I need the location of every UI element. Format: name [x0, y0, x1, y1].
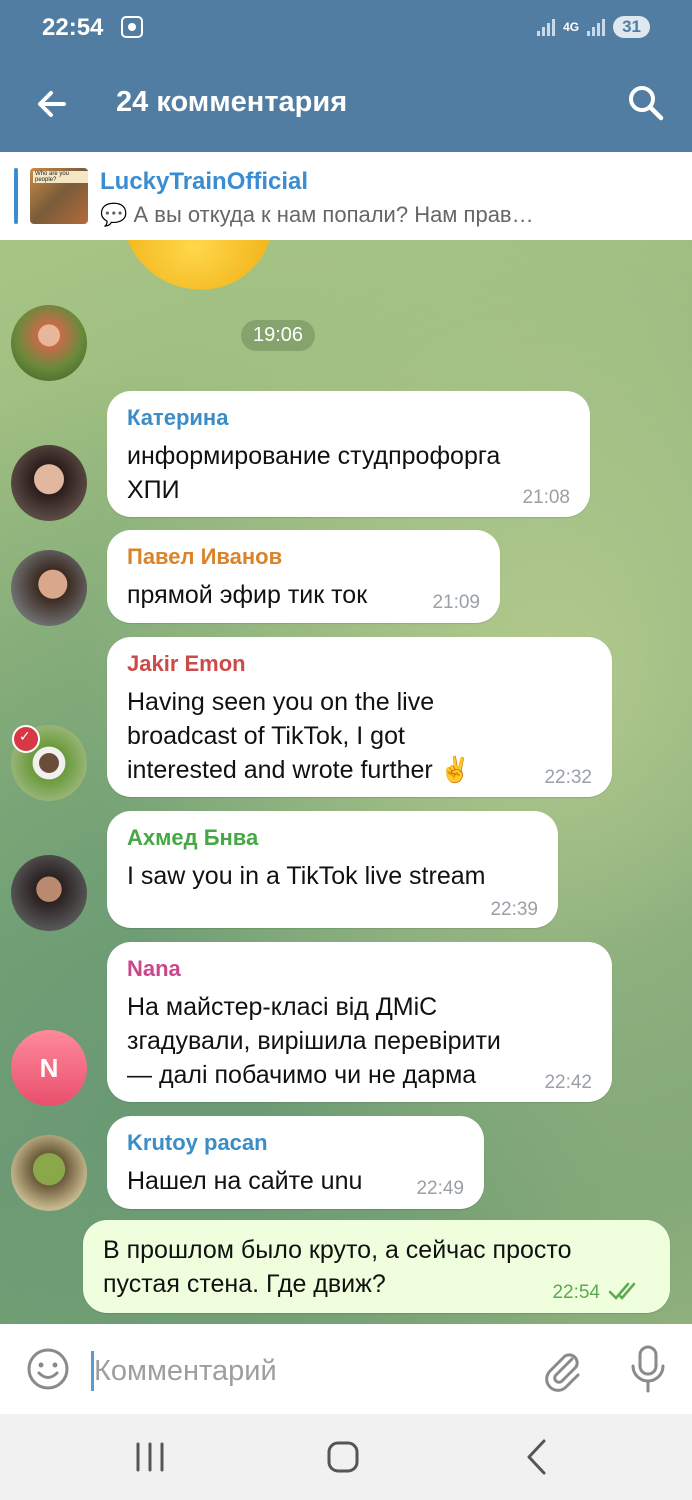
- message-sender[interactable]: Павел Иванов: [127, 544, 282, 570]
- message-bubble[interactable]: Павел Иванов прямой эфир тик ток 21:09: [107, 530, 500, 623]
- search-icon[interactable]: [626, 83, 666, 123]
- message-sender[interactable]: Jakir Emon: [127, 651, 246, 677]
- message-sender[interactable]: Ахмед Бнва: [127, 825, 258, 851]
- message-sender[interactable]: Krutoy pacan: [127, 1130, 268, 1156]
- system-nav-bar: [0, 1414, 692, 1500]
- message-bubble[interactable]: Jakir Emon Having seen you on the live b…: [107, 637, 612, 797]
- message-text: I saw you in a TikTok live stream: [127, 862, 486, 890]
- chat-area[interactable]: 19:06 Катерина информирование студпрофор…: [0, 240, 692, 1324]
- read-checkmarks-icon: [608, 1282, 636, 1300]
- pinned-accent-bar: [14, 168, 18, 224]
- message-sender[interactable]: Катерина: [127, 405, 228, 431]
- message-time: 21:08: [522, 487, 570, 508]
- avatar[interactable]: N: [11, 1030, 87, 1106]
- avatar[interactable]: [11, 855, 87, 931]
- time-chip: 19:06: [241, 320, 316, 351]
- message-bubble[interactable]: Ахмед Бнва I saw you in a TikTok live st…: [107, 811, 558, 928]
- message-bubble[interactable]: Катерина информирование студпрофорга ХПИ…: [107, 391, 590, 517]
- page-title: 24 комментария: [116, 86, 348, 118]
- recent-apps-icon[interactable]: [133, 1442, 167, 1472]
- message-time: 22:32: [544, 767, 592, 788]
- message-sender[interactable]: Nana: [127, 956, 181, 982]
- pinned-post-text: 💬 А вы откуда к нам попали? Нам прав…: [100, 202, 534, 227]
- avatar[interactable]: [11, 445, 87, 521]
- network-type: 4G: [563, 19, 580, 34]
- message-bubble[interactable]: Nana На майстер-класі від ДМіС згадували…: [107, 942, 612, 1102]
- home-icon[interactable]: [326, 1440, 360, 1474]
- avatar[interactable]: [11, 550, 87, 626]
- message-text: Нашел на сайте unu: [127, 1167, 363, 1195]
- message-text: На майстер-класі від ДМіС згадували, вир…: [127, 993, 501, 1089]
- status-indicators: 4G 31: [537, 16, 650, 38]
- message-time: 22:42: [544, 1072, 592, 1093]
- back-arrow-icon[interactable]: [32, 84, 72, 124]
- app-bar: 24 комментария: [0, 56, 692, 152]
- own-message-bubble[interactable]: В прошлом было круто, а сейчас просто пу…: [83, 1220, 670, 1313]
- signal-icon-2: [587, 18, 606, 36]
- status-bar: 22:54 4G 31: [0, 0, 692, 56]
- sticker: [118, 240, 282, 300]
- message-text: В прошлом было круто, а сейчас просто пу…: [103, 1236, 572, 1298]
- screen-record-icon: [121, 16, 143, 38]
- message-text: прямой эфир тик ток: [127, 581, 368, 609]
- message-time: 21:09: [432, 592, 480, 613]
- comment-input[interactable]: [92, 1350, 516, 1392]
- message-time: 22:54: [552, 1282, 600, 1303]
- microphone-icon[interactable]: [628, 1344, 668, 1394]
- pinned-thumbnail: [30, 168, 88, 224]
- composer-bar: [0, 1324, 692, 1414]
- avatar[interactable]: [11, 1135, 87, 1211]
- verified-badge-icon: [12, 725, 40, 753]
- emoji-icon[interactable]: [26, 1347, 70, 1391]
- message-bubble[interactable]: Krutoy pacan Нашел на сайте unu 22:49: [107, 1116, 484, 1209]
- message-text: Having seen you on the live broadcast of…: [127, 688, 471, 784]
- signal-icon: [537, 18, 556, 36]
- avatar[interactable]: [11, 305, 87, 381]
- pinned-channel-name: LuckyTrainOfficial: [100, 168, 309, 195]
- status-time: 22:54: [42, 14, 104, 41]
- message-time: 22:49: [416, 1178, 464, 1199]
- message-text: информирование студпрофорга ХПИ: [127, 442, 501, 504]
- paperclip-icon[interactable]: [538, 1345, 586, 1393]
- battery-level: 31: [613, 16, 650, 38]
- pinned-post[interactable]: LuckyTrainOfficial 💬 А вы откуда к нам п…: [0, 152, 692, 241]
- message-time: 22:39: [490, 899, 538, 920]
- back-chevron-icon[interactable]: [522, 1438, 552, 1476]
